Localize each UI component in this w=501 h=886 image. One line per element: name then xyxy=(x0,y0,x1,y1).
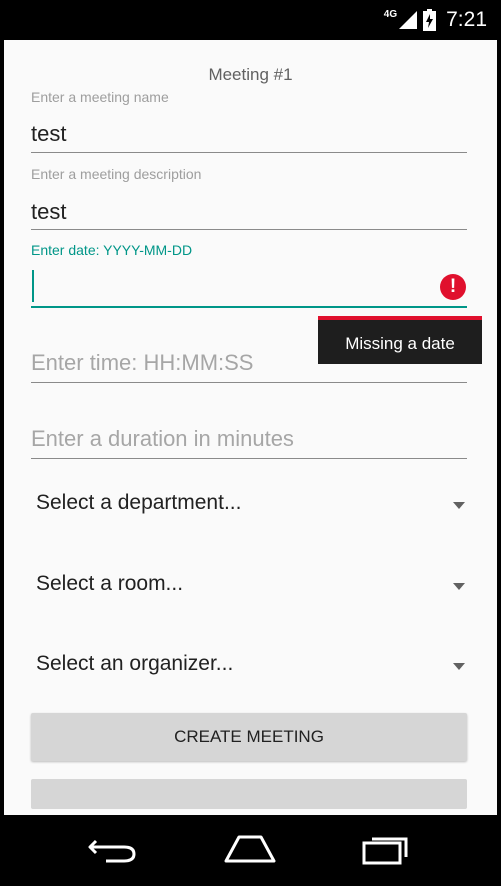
time-input[interactable]: Enter time: HH:MM:SS xyxy=(31,350,253,376)
time-underline xyxy=(31,382,467,383)
meeting-description-input[interactable]: test xyxy=(31,199,66,225)
meeting-description-underline xyxy=(31,229,467,230)
error-icon[interactable]: ! xyxy=(440,274,466,300)
recents-icon[interactable] xyxy=(358,829,412,869)
network-type-label: 4G xyxy=(383,8,398,20)
dropdown-arrow-icon xyxy=(453,583,465,590)
meeting-form: Meeting #1 Enter a meeting name test Ent… xyxy=(4,40,497,815)
page-title: Meeting #1 xyxy=(208,65,293,84)
duration-underline xyxy=(31,458,467,459)
back-icon[interactable] xyxy=(86,829,140,869)
error-tooltip-bar xyxy=(318,316,482,320)
status-icons: 4G 7:21 xyxy=(384,8,487,32)
date-underline xyxy=(31,306,467,308)
organizer-select[interactable]: Select an organizer... xyxy=(31,640,471,690)
status-clock: 7:21 xyxy=(446,8,487,31)
meeting-name-input[interactable]: test xyxy=(31,121,66,147)
secondary-button-partial[interactable] xyxy=(31,779,467,809)
home-icon[interactable] xyxy=(223,829,277,869)
dropdown-arrow-icon xyxy=(453,663,465,670)
date-input[interactable] xyxy=(31,272,431,304)
duration-input[interactable]: Enter a duration in minutes xyxy=(31,426,294,452)
text-cursor xyxy=(32,270,34,302)
organizer-select-value: Select an organizer... xyxy=(36,652,234,675)
signal-icon xyxy=(399,11,418,29)
room-select[interactable]: Select a room... xyxy=(31,560,471,610)
status-bar: 4G 7:21 xyxy=(4,0,497,40)
room-select-value: Select a room... xyxy=(36,572,184,595)
department-select-value: Select a department... xyxy=(36,491,242,514)
battery-icon xyxy=(423,9,437,31)
error-tooltip: Missing a date xyxy=(318,316,482,364)
navigation-bar xyxy=(4,815,497,886)
error-message: Missing a date xyxy=(345,334,455,353)
date-label: Enter date: YYYY-MM-DD xyxy=(31,242,193,258)
dropdown-arrow-icon xyxy=(453,502,465,509)
department-select[interactable]: Select a department... xyxy=(31,479,471,529)
meeting-name-label: Enter a meeting name xyxy=(31,89,169,105)
meeting-name-underline xyxy=(31,152,467,153)
app-screen: 4G 7:21 Meeting #1 Enter a meeting name … xyxy=(4,0,497,886)
meeting-description-label: Enter a meeting description xyxy=(31,166,202,182)
create-meeting-button[interactable]: CREATE MEETING xyxy=(31,713,467,761)
